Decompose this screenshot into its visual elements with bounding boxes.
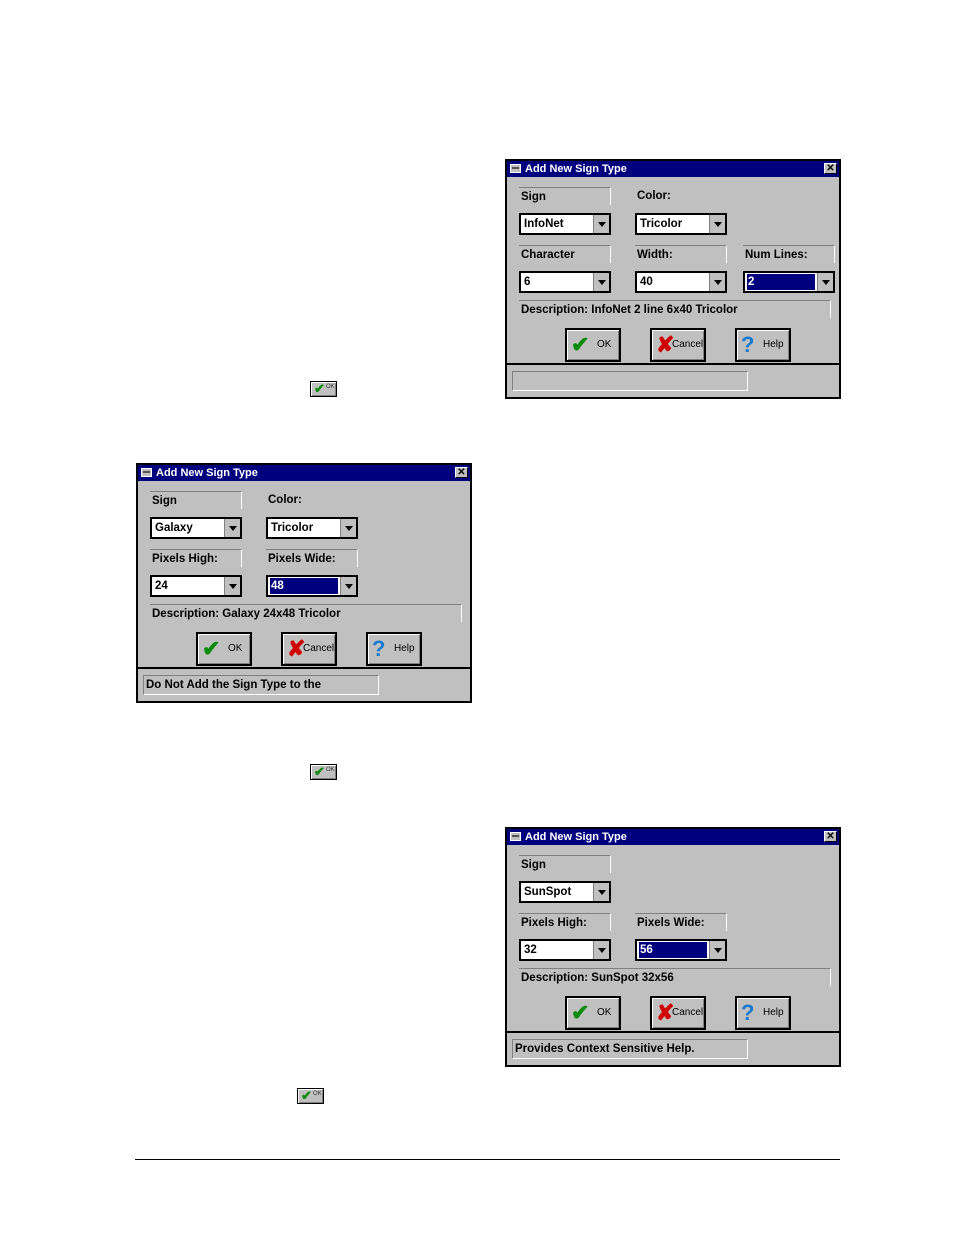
sign-label: Sign (519, 855, 611, 873)
status-text: Do Not Add the Sign Type to the (143, 675, 379, 695)
check-icon: ✔ (571, 332, 590, 357)
chevron-down-icon[interactable] (340, 519, 356, 537)
title-bar: Add New Sign Type ✕ (507, 829, 839, 845)
help-button[interactable]: ? Help (366, 632, 422, 666)
dialog-title: Add New Sign Type (156, 467, 258, 479)
color-label: Color: (268, 494, 302, 506)
title-bar: Add New Sign Type ✕ (507, 161, 839, 177)
chevron-down-icon[interactable] (340, 577, 356, 595)
character-select[interactable]: 6 (519, 271, 611, 293)
pixels-wide-label: Pixels Wide: (635, 913, 727, 931)
color-select[interactable]: Tricolor (266, 517, 358, 539)
inline-ok-button-icon: ✔ OK (310, 381, 337, 397)
ok-button[interactable]: ✔ OK (565, 328, 621, 362)
cancel-button[interactable]: ✘ Cancel (650, 996, 706, 1030)
check-icon: ✔ (571, 1000, 590, 1025)
status-text: Provides Context Sensitive Help. (512, 1039, 748, 1059)
pixels-wide-select[interactable]: 48 (266, 575, 358, 597)
help-button[interactable]: ? Help (735, 996, 791, 1030)
color-label: Color: (637, 190, 671, 202)
description-text: Description: Galaxy 24x48 Tricolor (150, 604, 462, 622)
question-icon: ? (741, 332, 755, 357)
pixels-wide-select[interactable]: 56 (635, 939, 727, 961)
chevron-down-icon[interactable] (593, 215, 609, 233)
chevron-down-icon[interactable] (817, 273, 833, 291)
chevron-down-icon[interactable] (709, 215, 725, 233)
add-sign-type-dialog-infonet: Add New Sign Type ✕ Sign Color: InfoNet … (505, 159, 841, 399)
status-bar: Do Not Add the Sign Type to the (138, 667, 470, 701)
chevron-down-icon[interactable] (593, 883, 609, 901)
color-select[interactable]: Tricolor (635, 213, 727, 235)
sign-select[interactable]: Galaxy (150, 517, 242, 539)
close-icon[interactable]: ✕ (824, 163, 837, 174)
pixels-high-select[interactable]: 24 (150, 575, 242, 597)
chevron-down-icon[interactable] (593, 273, 609, 291)
sign-select[interactable]: InfoNet (519, 213, 611, 235)
chevron-down-icon[interactable] (709, 273, 725, 291)
check-icon: ✔ (301, 1088, 312, 1103)
status-text (512, 371, 748, 391)
chevron-down-icon[interactable] (224, 577, 240, 595)
chevron-down-icon[interactable] (593, 941, 609, 959)
width-select[interactable]: 40 (635, 271, 727, 293)
system-menu-icon[interactable] (510, 164, 521, 173)
width-label: Width: (635, 245, 727, 263)
close-icon[interactable]: ✕ (824, 831, 837, 842)
ok-button[interactable]: ✔ OK (565, 996, 621, 1030)
check-icon: ✔ (314, 381, 325, 396)
pixels-high-label: Pixels High: (519, 913, 611, 931)
title-bar: Add New Sign Type ✕ (138, 465, 470, 481)
ok-button[interactable]: ✔ OK (196, 632, 252, 666)
sign-label: Sign (150, 491, 242, 509)
description-text: Description: InfoNet 2 line 6x40 Tricolo… (519, 300, 831, 318)
chevron-down-icon[interactable] (224, 519, 240, 537)
chevron-down-icon[interactable] (709, 941, 725, 959)
inline-ok-button-icon: ✔ OK (297, 1088, 324, 1104)
num-lines-label: Num Lines: (743, 245, 835, 263)
pixels-wide-label: Pixels Wide: (266, 549, 358, 567)
pixels-high-label: Pixels High: (150, 549, 242, 567)
system-menu-icon[interactable] (510, 832, 521, 841)
cancel-button[interactable]: ✘ Cancel (281, 632, 337, 666)
dialog-title: Add New Sign Type (525, 163, 627, 175)
inline-ok-button-icon: ✔ OK (310, 764, 337, 780)
status-bar: Provides Context Sensitive Help. (507, 1031, 839, 1065)
question-icon: ? (741, 1000, 755, 1025)
close-icon[interactable]: ✕ (455, 467, 468, 478)
character-label: Character (519, 245, 611, 263)
add-sign-type-dialog-sunspot: Add New Sign Type ✕ Sign SunSpot Pixels … (505, 827, 841, 1067)
page-footer-rule (135, 1159, 840, 1160)
pixels-high-select[interactable]: 32 (519, 939, 611, 961)
cancel-button[interactable]: ✘ Cancel (650, 328, 706, 362)
check-icon: ✔ (314, 764, 325, 779)
question-icon: ? (372, 636, 386, 661)
description-text: Description: SunSpot 32x56 (519, 968, 831, 986)
check-icon: ✔ (202, 636, 221, 661)
help-button[interactable]: ? Help (735, 328, 791, 362)
add-sign-type-dialog-galaxy: Add New Sign Type ✕ Sign Color: Galaxy T… (136, 463, 472, 703)
dialog-title: Add New Sign Type (525, 831, 627, 843)
num-lines-select[interactable]: 2 (743, 271, 835, 293)
sign-label: Sign (519, 187, 611, 205)
sign-select[interactable]: SunSpot (519, 881, 611, 903)
status-bar (507, 363, 839, 397)
system-menu-icon[interactable] (141, 468, 152, 477)
